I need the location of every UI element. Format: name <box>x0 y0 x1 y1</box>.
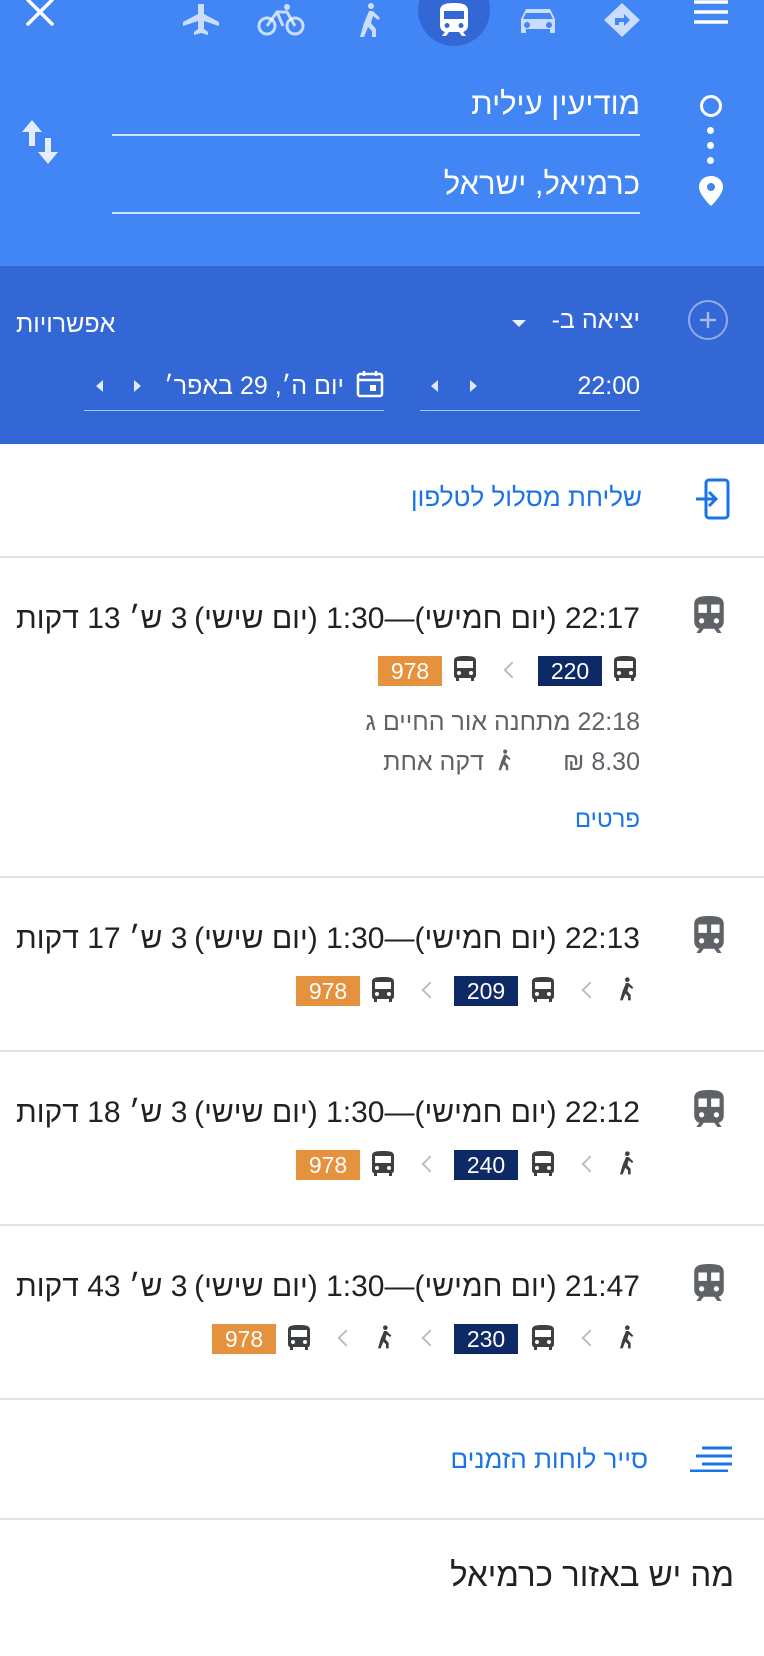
bus-icon <box>370 976 396 1004</box>
bus-line-chip: 220 <box>538 656 602 686</box>
divider <box>0 876 764 878</box>
schedule-explorer-icon[interactable] <box>688 1446 734 1473</box>
date-underline <box>84 410 384 411</box>
time-prev-icon[interactable] <box>431 380 438 392</box>
time-field[interactable]: 22:00 <box>577 372 640 401</box>
chevron-icon <box>421 1155 439 1173</box>
date-next-icon[interactable] <box>134 380 141 392</box>
bus-icon <box>286 1324 312 1352</box>
bus-line-chip: 978 <box>296 1150 360 1180</box>
bus-icon <box>530 1150 556 1178</box>
depart-at-dropdown[interactable]: יציאה ב- <box>552 306 640 335</box>
route-times[interactable]: 22:17 (יום חמישי)—1:30 (יום שישי) <box>194 602 640 636</box>
date-prev-icon[interactable] <box>96 380 103 392</box>
origin-underline <box>112 134 640 136</box>
car-mode-icon[interactable] <box>513 0 563 40</box>
bus-line-chip: 230 <box>454 1324 518 1354</box>
chevron-icon <box>581 1155 599 1173</box>
time-underline <box>420 410 640 411</box>
close-icon[interactable] <box>22 0 58 28</box>
divider <box>0 1050 764 1052</box>
add-stop-icon[interactable] <box>688 300 728 340</box>
walk-icon <box>614 1323 638 1351</box>
route-duration: 3 ש׳ 43 דקות <box>16 1270 188 1303</box>
train-icon <box>692 596 726 639</box>
nearby-title: מה יש באזור כרמיאל <box>450 1556 734 1593</box>
departure-options: יציאה ב- אפשרויות 22:00 יום ה׳, 29 באפר׳ <box>0 266 764 444</box>
divider <box>0 1224 764 1226</box>
details-link[interactable]: פרטים <box>575 806 640 834</box>
chevron-icon <box>421 1329 439 1347</box>
chevron-icon <box>503 661 521 679</box>
bus-line-chip: 209 <box>454 976 518 1006</box>
destination-underline <box>112 212 640 214</box>
destination-field[interactable]: כרמיאל, ישראל <box>444 166 640 202</box>
transit-mode-icon[interactable] <box>429 0 479 40</box>
directions-mode-icon[interactable] <box>597 0 647 40</box>
calendar-icon <box>356 370 384 398</box>
menu-icon[interactable] <box>692 0 730 28</box>
options-button[interactable]: אפשרויות <box>16 310 115 339</box>
chevron-icon <box>337 1329 355 1347</box>
route-duration: 3 ש׳ 17 דקות <box>16 922 188 955</box>
bus-line-chip: 240 <box>454 1150 518 1180</box>
bus-icon <box>612 655 638 683</box>
route-times[interactable]: 22:12 (יום חמישי)—1:30 (יום שישי) <box>194 1096 640 1130</box>
departure-info: 22:18 מתחנה אור החיים ג <box>365 708 640 736</box>
train-icon <box>692 916 726 959</box>
walk-icon <box>372 1323 396 1351</box>
send-to-phone-link[interactable]: שליחת מסלול לטלפון <box>411 482 642 513</box>
route-dots-icon <box>707 127 715 164</box>
walking-mode-icon[interactable] <box>344 0 394 40</box>
walk-icon <box>494 746 514 774</box>
walk-duration: דקה אחת <box>383 748 484 776</box>
divider <box>0 1518 764 1520</box>
bus-icon <box>370 1150 396 1178</box>
destination-marker-icon <box>698 176 724 206</box>
bus-icon <box>530 1324 556 1352</box>
bus-icon <box>530 976 556 1004</box>
origin-field[interactable]: מודיעין עילית <box>471 86 640 122</box>
bus-line-chip: 978 <box>296 976 360 1006</box>
train-icon <box>692 1090 726 1133</box>
divider <box>0 1398 764 1400</box>
chevron-icon <box>581 981 599 999</box>
walk-icon <box>614 1149 638 1177</box>
walk-icon <box>614 975 638 1003</box>
directions-header: מודיעין עילית כרמיאל, ישראל <box>0 0 764 266</box>
schedule-explorer-link[interactable]: סייר לוחות הזמנים <box>451 1444 648 1475</box>
chevron-icon <box>581 1329 599 1347</box>
route-duration: 3 ש׳ 13 דקות <box>16 602 188 635</box>
origin-marker-icon <box>700 95 722 117</box>
send-to-phone-icon[interactable] <box>694 478 732 520</box>
bus-line-chip: 978 <box>378 656 442 686</box>
fare: 8.30 ₪ <box>563 748 640 776</box>
bus-line-chip: 978 <box>212 1324 276 1354</box>
flight-mode-icon[interactable] <box>176 0 226 40</box>
chevron-icon <box>421 981 439 999</box>
bicycle-mode-icon[interactable] <box>256 0 306 40</box>
route-times[interactable]: 21:47 (יום חמישי)—1:30 (יום שישי) <box>194 1270 640 1304</box>
train-icon <box>692 1264 726 1307</box>
divider <box>0 556 764 558</box>
dropdown-arrow-icon[interactable] <box>512 320 526 327</box>
route-times[interactable]: 22:13 (יום חמישי)—1:30 (יום שישי) <box>194 922 640 956</box>
swap-icon[interactable] <box>22 120 58 164</box>
bus-icon <box>452 655 478 683</box>
date-field[interactable]: יום ה׳, 29 באפר׳ <box>164 372 344 401</box>
time-next-icon[interactable] <box>470 380 477 392</box>
route-duration: 3 ש׳ 18 דקות <box>16 1096 188 1129</box>
